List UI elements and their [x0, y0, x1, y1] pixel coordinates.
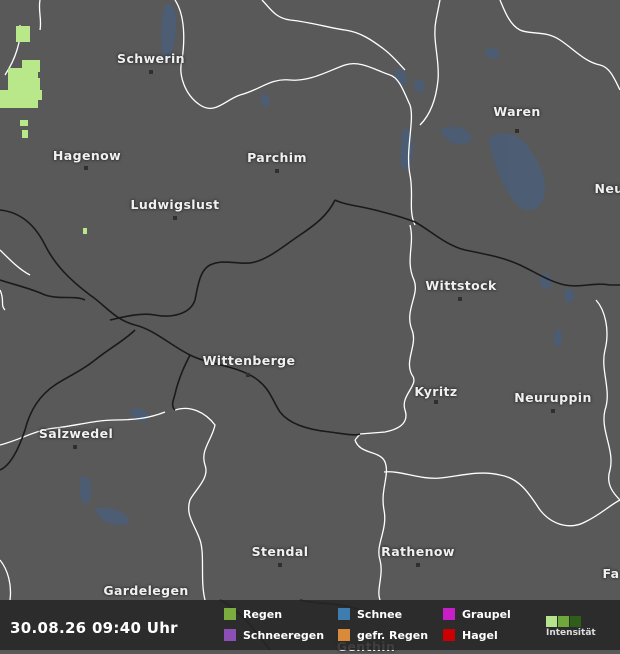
swatch-schneeregen	[224, 629, 236, 641]
map-canvas	[0, 0, 620, 650]
city-label-schwerin[interactable]: Schwerin	[117, 51, 185, 66]
city-label-salzwedel[interactable]: Salzwedel	[39, 426, 113, 441]
legend-item-schneeregen: Schneeregen	[224, 629, 324, 642]
city-dot-stendal	[278, 563, 282, 567]
precipitation	[0, 26, 87, 234]
city-label-neuruppin[interactable]: Neuruppin	[514, 390, 592, 405]
swatch-regen	[224, 608, 236, 620]
city-dot-kyritz	[434, 400, 438, 404]
city-dot-wittstock	[458, 297, 462, 301]
legend-item-gefr-regen: gefr. Regen	[338, 629, 428, 642]
rivers	[0, 199, 620, 650]
city-label-rathenow[interactable]: Rathenow	[381, 544, 455, 559]
city-dot-schwerin	[149, 70, 153, 74]
city-label-wittstock[interactable]: Wittstock	[425, 278, 496, 293]
intensity-label: Intensität	[546, 628, 596, 638]
timestamp: 30.08.26 09:40 Uhr	[10, 619, 178, 637]
city-label-gardelegen[interactable]: Gardelegen	[103, 583, 188, 598]
city-label-stendal[interactable]: Stendal	[252, 544, 309, 559]
city-dot-hagenow	[84, 166, 88, 170]
city-dot-salzwedel	[73, 445, 77, 449]
water-bodies	[79, 3, 575, 525]
city-label-hagenow[interactable]: Hagenow	[53, 148, 121, 163]
legend-item-schnee: Schnee	[338, 608, 402, 621]
city-label-kyritz[interactable]: Kyritz	[414, 384, 457, 399]
city-dot-parchim	[275, 169, 279, 173]
intensity-swatch-light	[546, 616, 557, 627]
city-dot-rathenow	[416, 563, 420, 567]
city-dot-wittenberge	[246, 373, 250, 377]
city-dot-waren	[515, 129, 519, 133]
swatch-schnee	[338, 608, 350, 620]
intensity-swatch-medium	[558, 616, 569, 627]
city-label-neu[interactable]: Neu	[594, 181, 620, 196]
legend-item-hagel: Hagel	[443, 629, 498, 642]
city-label-wittenberge[interactable]: Wittenberge	[203, 353, 296, 368]
city-dot-ludwigslust	[173, 216, 177, 220]
swatch-gefr-regen	[338, 629, 350, 641]
intensity-swatch-heavy	[570, 616, 581, 627]
city-dot-neuruppin	[551, 409, 555, 413]
swatch-graupel	[443, 608, 455, 620]
swatch-hagel	[443, 629, 455, 641]
city-label-parchim[interactable]: Parchim	[247, 150, 307, 165]
city-label-ludwigslust[interactable]: Ludwigslust	[130, 197, 219, 212]
legend-item-regen: Regen	[224, 608, 282, 621]
weather-radar-map[interactable]: Schwerin Waren Hagenow Parchim Neu Ludwi…	[0, 0, 620, 654]
legend-bar: 30.08.26 09:40 Uhr Regen Schneeregen Sch…	[0, 600, 620, 650]
city-label-waren[interactable]: Waren	[493, 104, 540, 119]
borders	[0, 0, 620, 601]
city-label-fa[interactable]: Fa	[602, 566, 619, 581]
legend-item-graupel: Graupel	[443, 608, 511, 621]
